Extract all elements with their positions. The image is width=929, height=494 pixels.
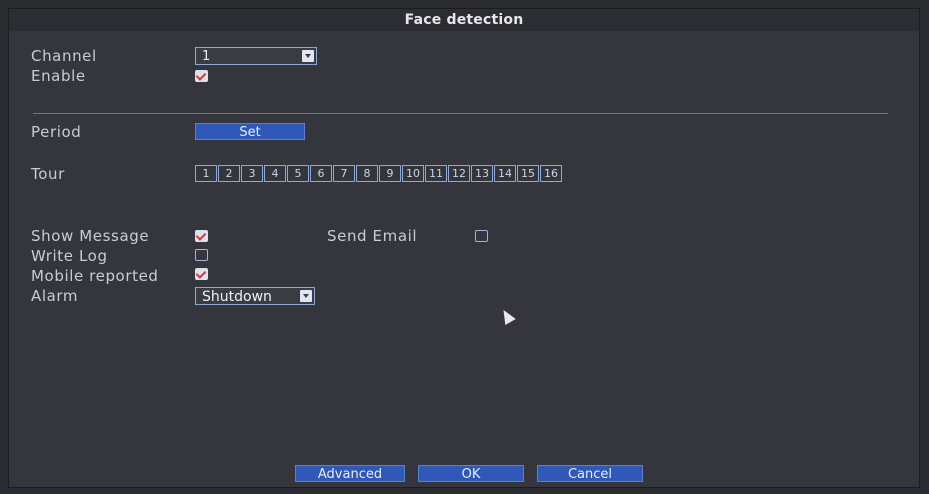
write-log-checkbox[interactable] <box>195 249 208 261</box>
period-label: Period <box>31 123 82 141</box>
channel-value: 1 <box>202 49 211 64</box>
chevron-down-icon[interactable] <box>300 290 312 302</box>
ok-button[interactable]: OK <box>418 465 524 482</box>
channel-label: Channel <box>31 47 97 65</box>
tour-box-5[interactable]: 5 <box>287 165 309 182</box>
alarm-label: Alarm <box>31 287 79 305</box>
send-email-checkbox[interactable] <box>475 230 488 242</box>
tour-box-10[interactable]: 10 <box>402 165 424 182</box>
tour-selector: 1 2 3 4 5 6 7 8 9 10 11 12 13 14 15 16 <box>195 165 562 182</box>
page-title: Face detection <box>404 12 524 28</box>
face-detection-window: Face detection Channel 1 Enable Period S… <box>8 8 920 488</box>
titlebar: Face detection <box>9 9 919 31</box>
write-log-label: Write Log <box>31 247 108 265</box>
channel-select[interactable]: 1 <box>195 47 317 65</box>
tour-box-11[interactable]: 11 <box>425 165 447 182</box>
show-message-checkbox[interactable] <box>195 230 208 242</box>
alarm-select[interactable]: Shutdown <box>195 287 315 305</box>
mobile-reported-checkbox[interactable] <box>195 268 208 280</box>
tour-box-3[interactable]: 3 <box>241 165 263 182</box>
tour-box-4[interactable]: 4 <box>264 165 286 182</box>
tour-box-7[interactable]: 7 <box>333 165 355 182</box>
advanced-button[interactable]: Advanced <box>295 465 405 482</box>
tour-box-14[interactable]: 14 <box>494 165 516 182</box>
tour-box-12[interactable]: 12 <box>448 165 470 182</box>
period-set-button[interactable]: Set <box>195 123 305 140</box>
send-email-label: Send Email <box>327 227 418 245</box>
tour-box-8[interactable]: 8 <box>356 165 378 182</box>
divider <box>33 113 888 114</box>
alarm-value: Shutdown <box>202 289 272 305</box>
chevron-down-icon[interactable] <box>302 50 314 62</box>
tour-box-16[interactable]: 16 <box>540 165 562 182</box>
tour-box-9[interactable]: 9 <box>379 165 401 182</box>
enable-checkbox[interactable] <box>195 70 208 82</box>
show-message-label: Show Message <box>31 227 150 245</box>
tour-label: Tour <box>31 165 65 183</box>
tour-box-15[interactable]: 15 <box>517 165 539 182</box>
tour-box-13[interactable]: 13 <box>471 165 493 182</box>
pointer-icon <box>498 306 516 326</box>
tour-box-6[interactable]: 6 <box>310 165 332 182</box>
mobile-reported-label: Mobile reported <box>31 267 159 285</box>
cancel-button[interactable]: Cancel <box>537 465 643 482</box>
enable-label: Enable <box>31 67 86 85</box>
tour-box-2[interactable]: 2 <box>218 165 240 182</box>
tour-box-1[interactable]: 1 <box>195 165 217 182</box>
